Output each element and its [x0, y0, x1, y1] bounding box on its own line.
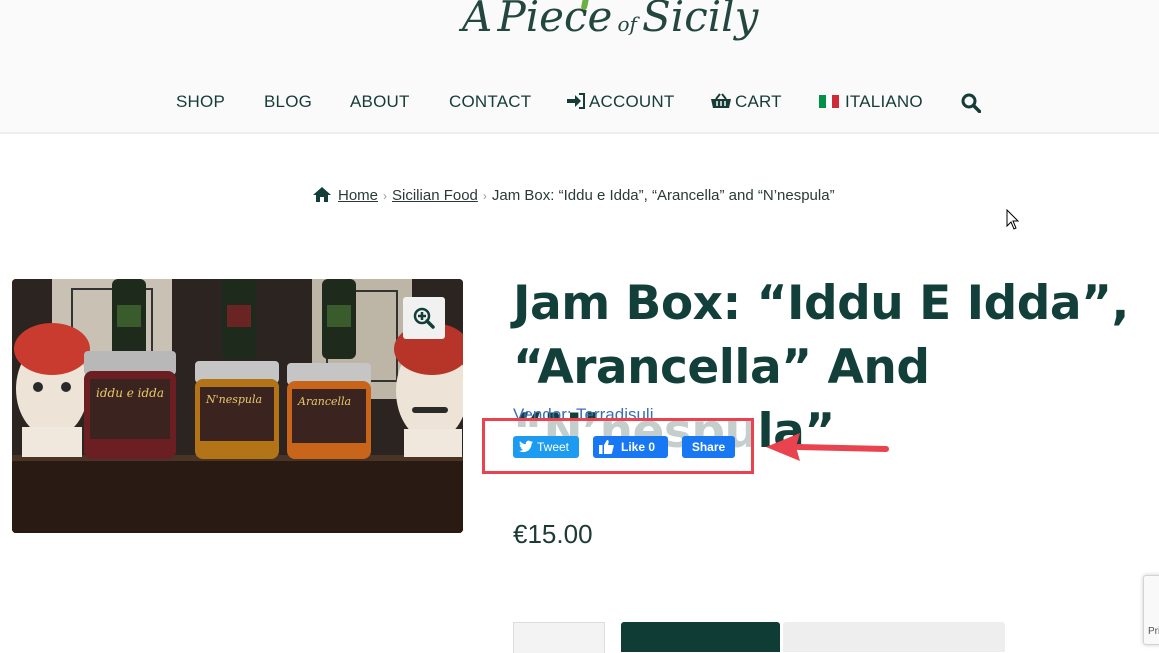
buy-now-button[interactable] [783, 622, 1005, 652]
nav-account-label: ACCOUNT [589, 92, 675, 111]
add-to-cart-button[interactable] [621, 622, 780, 652]
chevron-right-icon: › [482, 189, 487, 203]
nav-cart-label: CART [735, 92, 782, 111]
breadcrumb-category-link[interactable]: Sicilian Food [392, 187, 478, 204]
italy-flag-icon [819, 95, 839, 108]
nav-contact[interactable]: CONTACT [449, 92, 531, 112]
home-icon [313, 187, 331, 202]
recaptcha-label: Pri [1148, 626, 1159, 637]
jar-label-nespula: N'nespula [205, 393, 262, 406]
logo-letter-a: A [462, 0, 493, 41]
nav-about[interactable]: ABOUT [350, 92, 410, 112]
facebook-like-button[interactable]: Like 0 [593, 436, 668, 458]
nav-search-button[interactable] [961, 93, 984, 116]
product-price: €15.00 [513, 519, 593, 549]
site-logo[interactable]: A Piece of Sicily [462, 0, 758, 56]
twitter-bird-icon [519, 440, 533, 453]
product-image[interactable]: iddu e idda N'nespula Arancella [12, 279, 463, 533]
main-nav: SHOP BLOG ABOUT CONTACT ACCOUNT CART ITA… [0, 86, 1159, 122]
product-photo: iddu e idda N'nespula Arancella [12, 279, 463, 533]
logo-word-of: of [617, 12, 637, 36]
nav-account[interactable]: ACCOUNT [566, 92, 674, 112]
breadcrumb: Home › Sicilian Food › Jam Box: “Iddu e Idda… [312, 186, 835, 204]
search-icon [961, 93, 982, 114]
tweet-label: Tweet [537, 440, 570, 454]
basket-icon [711, 93, 731, 108]
logo-word-sicily: Sicily [642, 0, 759, 41]
nav-language-label: ITALIANO [845, 92, 923, 111]
nav-shop[interactable]: SHOP [176, 92, 225, 112]
zoom-button[interactable] [403, 297, 445, 339]
nav-cart[interactable]: CART [710, 92, 782, 112]
annotation-arrow-icon [766, 433, 889, 461]
chevron-right-icon: › [383, 189, 388, 203]
tweet-button[interactable]: Tweet [513, 436, 579, 458]
nav-language[interactable]: ITALIANO [819, 92, 923, 112]
mouse-cursor-icon [1006, 209, 1020, 230]
quantity-input[interactable] [513, 622, 605, 653]
site-header: A Piece of Sicily SHOP BLOG ABOUT CONTAC… [0, 0, 1159, 134]
breadcrumb-home-link[interactable]: Home [338, 187, 378, 204]
zoom-in-icon [413, 307, 435, 329]
facebook-share-button[interactable]: Share [682, 436, 735, 458]
nav-blog[interactable]: BLOG [264, 92, 312, 112]
like-label: Like 0 [621, 440, 656, 454]
jar-label-arancella: Arancella [297, 395, 351, 408]
recaptcha-badge[interactable]: Pri [1143, 575, 1159, 645]
thumbs-up-icon [599, 440, 614, 454]
jar-label-iddu: iddu e idda [96, 386, 164, 400]
logo-word-piece: Piece [497, 0, 613, 41]
sign-in-icon [567, 93, 585, 109]
breadcrumb-current: Jam Box: “Iddu e Idda”, “Arancella” and … [491, 187, 835, 204]
